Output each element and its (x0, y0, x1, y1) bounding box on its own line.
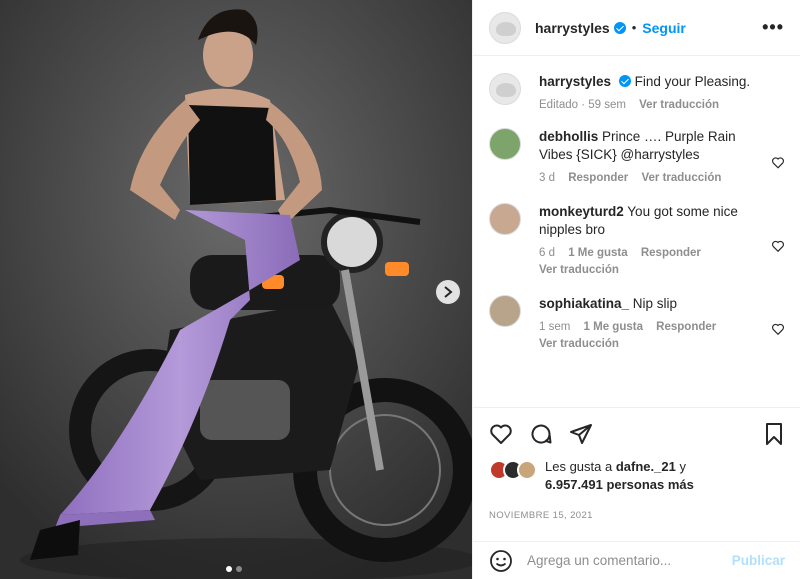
post-side-panel: harrystyles • Seguir ••• harrystyles Fin… (472, 0, 800, 579)
likes-prefix: Les gusta a (545, 459, 613, 474)
comment-username[interactable]: debhollis (539, 129, 598, 144)
heart-icon[interactable] (771, 213, 785, 279)
comment-username[interactable]: monkeyturd2 (539, 204, 624, 219)
post-date: NOVIEMBRE 15, 2021 (489, 510, 593, 521)
more-icon[interactable]: ••• (762, 17, 784, 38)
heart-icon[interactable] (771, 138, 785, 187)
verified-icon (613, 21, 626, 34)
post-header: harrystyles • Seguir ••• (473, 0, 800, 56)
comment-time: 3 d (539, 172, 555, 184)
share-icon[interactable] (569, 422, 593, 446)
liker-username[interactable]: dafne._21 (616, 459, 676, 474)
add-comment-bar: Publicar (473, 541, 800, 579)
reply-link[interactable]: Responder (568, 172, 628, 184)
comment-item: sophiakatina_ Nip slip 1 sem 1 Me gusta … (473, 279, 800, 353)
comment-time: 1 sem (539, 321, 571, 333)
next-slide-button[interactable] (436, 280, 460, 304)
caption-username[interactable]: harrystyles (539, 74, 611, 89)
comment-time: 6 d (539, 247, 555, 259)
heart-icon[interactable] (489, 422, 513, 446)
comment-likes[interactable]: 1 Me gusta (568, 247, 627, 259)
carousel-dot-2 (236, 566, 242, 572)
comment-item: monkeyturd2 You got some nice nipples br… (473, 187, 800, 279)
emoji-icon[interactable] (489, 549, 513, 573)
publish-button[interactable]: Publicar (732, 553, 785, 568)
caption-avatar[interactable] (489, 73, 521, 105)
carousel-indicator (226, 566, 242, 572)
translate-link[interactable]: Ver traducción (539, 264, 619, 276)
post-photo[interactable] (0, 0, 472, 579)
caption: harrystyles Find your Pleasing. Editado … (473, 57, 800, 114)
caption-edited: Editado · 59 sem (539, 99, 626, 111)
caption-translate-link[interactable]: Ver traducción (639, 99, 719, 111)
likes-count[interactable]: 6.957.491 personas más (545, 477, 694, 492)
follow-button[interactable]: Seguir (642, 20, 686, 36)
likes-summary: Les gusta a dafne._21 y 6.957.491 person… (473, 446, 800, 494)
separator-dot: • (631, 20, 637, 35)
comments-list[interactable]: harrystyles Find your Pleasing. Editado … (473, 57, 800, 407)
comment-item: debhollis Prince …. Purple Rain Vibes {S… (473, 114, 800, 187)
caption-text: Find your Pleasing. (634, 74, 751, 89)
post-actions: Les gusta a dafne._21 y 6.957.491 person… (473, 407, 800, 521)
commenter-avatar[interactable] (489, 128, 521, 160)
comment-likes[interactable]: 1 Me gusta (584, 321, 643, 333)
comment-icon[interactable] (529, 422, 553, 446)
translate-link[interactable]: Ver traducción (641, 172, 721, 184)
photo-illustration (0, 0, 472, 579)
chevron-right-icon (444, 286, 453, 298)
commenter-avatar[interactable] (489, 295, 521, 327)
verified-icon (618, 75, 631, 87)
reply-link[interactable]: Responder (656, 321, 716, 333)
carousel-dot-1 (226, 566, 232, 572)
liker-avatars (489, 460, 541, 480)
comment-text: Nip slip (632, 296, 678, 311)
author-avatar[interactable] (489, 11, 521, 44)
post-dialog: harrystyles • Seguir ••• harrystyles Fin… (0, 0, 800, 579)
author-username[interactable]: harrystyles (535, 20, 610, 36)
heart-icon[interactable] (771, 305, 785, 353)
bookmark-icon[interactable] (763, 422, 785, 446)
translate-link[interactable]: Ver traducción (539, 338, 619, 350)
comment-input[interactable] (527, 553, 732, 568)
comment-username[interactable]: sophiakatina_ (539, 296, 629, 311)
commenter-avatar[interactable] (489, 203, 521, 235)
reply-link[interactable]: Responder (641, 247, 701, 259)
likes-joiner: y (679, 459, 686, 474)
